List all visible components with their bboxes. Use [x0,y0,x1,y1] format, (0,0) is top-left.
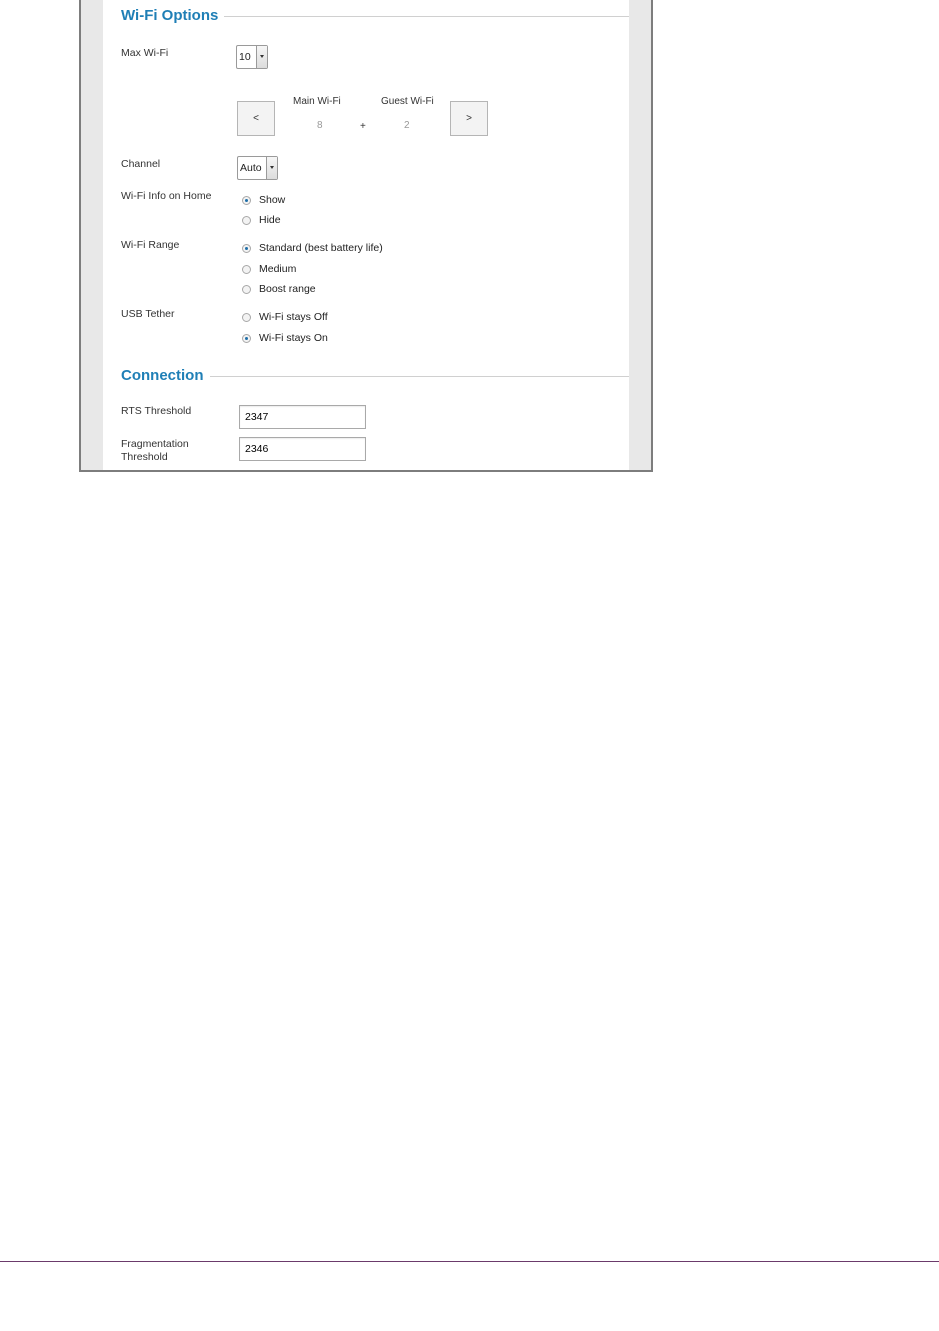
connection-heading: Connection [121,367,210,385]
wifi-options-heading: Wi-Fi Options [121,7,225,25]
footer-divider [0,1261,939,1262]
rts-threshold-label: RTS Threshold [121,405,192,417]
decrease-main-wifi-button[interactable]: < [237,101,275,136]
radio-wifi-stays-on-label: Wi-Fi stays On [259,332,328,344]
max-wifi-value: 10 [239,51,251,63]
fragmentation-threshold-input[interactable] [239,437,366,461]
chevron-down-icon [266,157,277,179]
settings-screenshot: Wi-Fi Options Max Wi-Fi 10 < Main Wi-Fi … [79,0,653,472]
channel-select[interactable]: Auto [237,156,278,180]
radio-unselected-icon [242,265,251,274]
fragmentation-threshold-label: Fragmentation Threshold [121,438,189,464]
channel-label: Channel [121,158,161,170]
radio-selected-icon [242,244,251,253]
max-wifi-select[interactable]: 10 [236,45,268,69]
radio-unselected-icon [242,313,251,322]
max-wifi-label: Max Wi-Fi [121,47,169,59]
radio-unselected-icon [242,285,251,294]
radio-hide-label: Hide [259,214,281,226]
radio-unselected-icon [242,216,251,225]
radio-standard-label: Standard (best battery life) [259,242,383,254]
guest-wifi-count: 2 [404,120,410,131]
wifi-info-home-label: Wi-Fi Info on Home [121,190,212,202]
usb-tether-label: USB Tether [121,308,175,320]
main-wifi-count: 8 [317,120,323,131]
rts-threshold-input[interactable] [239,405,366,429]
radio-selected-icon [242,334,251,343]
guest-wifi-heading: Guest Wi-Fi [381,96,434,107]
radio-boost-label: Boost range [259,283,316,295]
wifi-range-label: Wi-Fi Range [121,239,180,251]
fragmentation-label-line1: Fragmentation [121,438,189,450]
plus-sign: + [360,121,366,132]
radio-wifi-stays-off-label: Wi-Fi stays Off [259,311,328,323]
channel-value: Auto [240,162,262,174]
settings-panel: Wi-Fi Options Max Wi-Fi 10 < Main Wi-Fi … [103,0,629,470]
radio-medium-label: Medium [259,263,297,275]
main-wifi-heading: Main Wi-Fi [293,96,341,107]
chevron-down-icon [256,46,267,68]
radio-selected-icon [242,196,251,205]
radio-show-label: Show [259,194,286,206]
increase-main-wifi-button[interactable]: > [450,101,488,136]
fragmentation-label-line2: Threshold [121,451,168,463]
